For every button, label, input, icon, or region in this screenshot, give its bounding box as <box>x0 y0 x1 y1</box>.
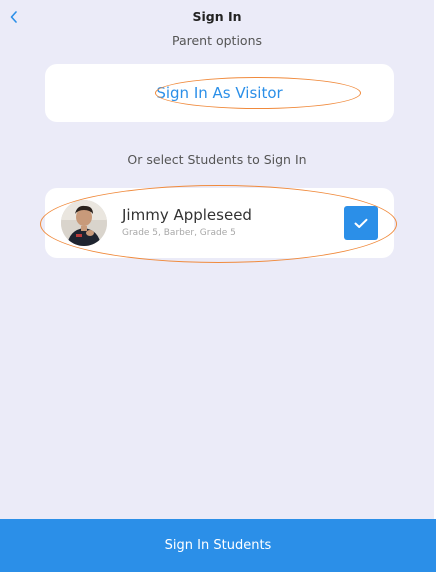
sign-in-as-visitor-label: Sign In As Visitor <box>156 84 283 102</box>
page-title: Sign In <box>192 9 242 24</box>
checkmark-icon <box>354 218 368 228</box>
sign-in-students-label: Sign In Students <box>164 538 272 553</box>
app-screen: Sign In Parent options Sign In As Visito… <box>0 0 436 572</box>
student-select-checkbox[interactable] <box>344 206 378 240</box>
sign-in-students-button[interactable]: Sign In Students <box>0 519 436 572</box>
page-subtitle: Parent options <box>171 33 263 48</box>
select-students-hint: Or select Students to Sign In <box>127 152 307 167</box>
avatar <box>61 200 107 246</box>
student-details: Grade 5, Barber, Grade 5 <box>122 228 236 238</box>
student-card[interactable]: Jimmy Appleseed Grade 5, Barber, Grade 5 <box>45 188 394 258</box>
student-name: Jimmy Appleseed <box>122 206 252 224</box>
sign-in-as-visitor-button[interactable]: Sign In As Visitor <box>45 64 394 122</box>
student-photo-icon <box>61 200 107 246</box>
